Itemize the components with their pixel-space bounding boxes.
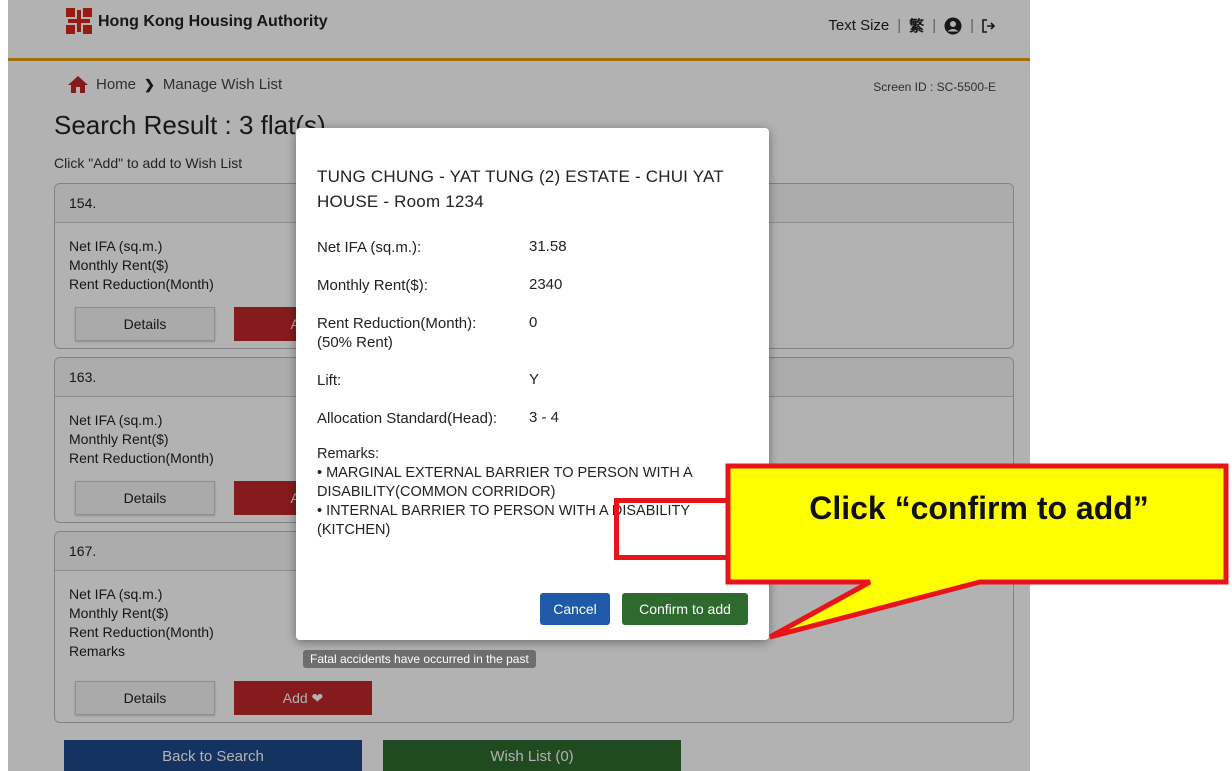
callout-text: Click “confirm to add” xyxy=(809,490,1149,526)
callout-bubble xyxy=(725,463,1229,640)
